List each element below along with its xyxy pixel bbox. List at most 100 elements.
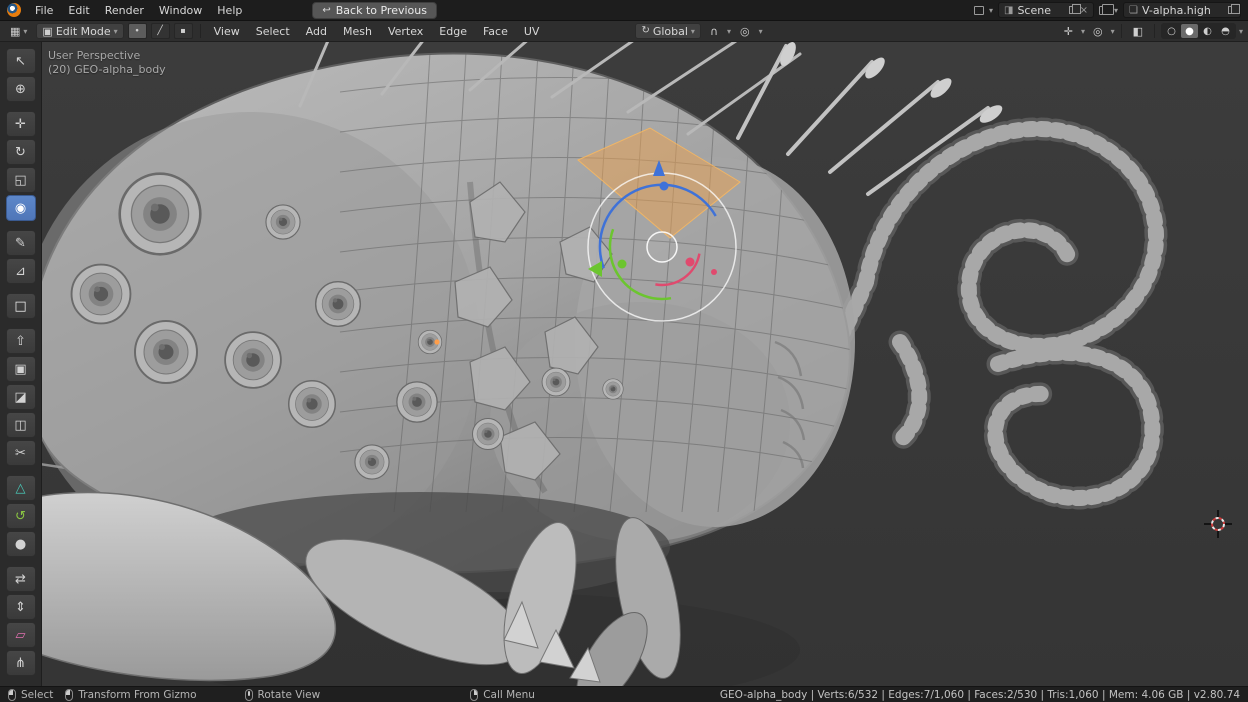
scene-statistics: GEO-alpha_body | Verts:6/532 | Edges:7/1… [720,689,1240,701]
tool-bevel[interactable]: ◪ [6,384,36,410]
gizmo-x-handle-small[interactable] [711,269,717,275]
tool-transform[interactable]: ◉ [6,195,36,221]
shading-material-button[interactable]: ◐ [1199,24,1216,38]
snap-settings-caret[interactable]: ▾ [727,27,731,36]
3d-viewport[interactable]: User Perspective (20) GEO-alpha_body [0,42,1248,686]
edit-mode-icon: ▣ [42,26,52,37]
inset-icon: ▣ [14,362,26,377]
view-perspective-label: User Perspective [48,49,166,63]
menu-window[interactable]: Window [152,2,209,19]
vertex-mode-icon: ∙ [134,27,140,36]
menu-help[interactable]: Help [210,2,249,19]
mode-selector[interactable]: ▣ Edit Mode ▾ [36,23,123,39]
tool-inset-faces[interactable]: ▣ [6,356,36,382]
browse-view-layer-icon[interactable] [1099,6,1109,15]
move-icon: ✛ [15,117,26,132]
tool-loop-cut[interactable]: ◫ [6,412,36,438]
tool-shrink-fatten[interactable]: ⇕ [6,594,36,620]
menu-face[interactable]: Face [477,23,514,39]
cursor-icon: ⊕ [15,82,26,97]
tool-edge-slide[interactable]: ⇄ [6,566,36,592]
middle-mouse-icon [245,689,253,701]
menu-view[interactable]: View [208,23,246,39]
hint-rotate-view: Rotate View [245,689,321,701]
transform-orientation-dropdown[interactable]: ↻ Global ▾ [635,23,701,39]
new-view-layer-icon[interactable] [1228,6,1235,14]
tool-spin[interactable]: ↺ [6,503,36,529]
proportional-edit-toggle[interactable]: ◎ [735,23,755,39]
blender-logo-icon[interactable] [7,3,21,17]
tool-poly-build[interactable]: △ [6,475,36,501]
tool-scale[interactable]: ◱ [6,167,36,193]
editor-type-button[interactable]: ▦ ▾ [5,23,32,39]
gizmo-y-handle[interactable] [618,260,627,269]
menu-edit[interactable]: Edit [61,2,96,19]
mode-label: Edit Mode [56,25,111,38]
menu-mesh[interactable]: Mesh [337,23,378,39]
tool-rotate[interactable]: ↻ [6,139,36,165]
orientation-label: Global [653,25,688,38]
scene-selector[interactable]: ◨ Scene × [998,2,1094,18]
show-overlays-toggle[interactable]: ◎ [1088,23,1108,39]
tool-smooth[interactable]: ● [6,531,36,557]
xray-icon: ◧ [1133,26,1143,37]
transform-icon: ◉ [15,201,26,216]
edge-select-mode-button[interactable]: ╱ [151,23,170,39]
view-layer-dropdown-caret[interactable]: ▾ [1114,6,1118,15]
header-separator [1121,24,1122,38]
menu-render[interactable]: Render [98,2,151,19]
tool-annotate[interactable]: ✎ [6,230,36,256]
tool-knife[interactable]: ✂ [6,440,36,466]
tool-shelf: ↖ ⊕ ✛ ↻ ◱ ◉ ✎ ⊿ □ ⇧ ▣ ◪ ◫ ✂ △ ↺ ● ⇄ ⇕ ▱ … [0,42,42,686]
view-layer-selector[interactable]: ❏ V-alpha.high [1123,2,1241,18]
gizmo-x-handle[interactable] [686,258,695,267]
tool-add-cube[interactable]: □ [6,293,36,319]
menu-uv[interactable]: UV [518,23,546,39]
rotate-icon: ↻ [15,145,26,160]
show-gizmo-toggle[interactable]: ✛ [1059,23,1078,39]
unlink-scene-icon[interactable]: × [1080,5,1088,16]
shrink-fatten-icon: ⇕ [15,600,26,615]
menu-file[interactable]: File [28,2,60,19]
scene-dropdown-caret[interactable]: ▾ [989,6,993,15]
add-cube-icon: □ [14,299,26,314]
tweak-icon: ↖ [15,54,26,69]
hint-select-label: Select [21,689,53,701]
tool-extrude-region[interactable]: ⇧ [6,328,36,354]
shading-wireframe-button[interactable]: ○ [1163,24,1180,38]
mode-caret: ▾ [114,27,118,36]
menu-select[interactable]: Select [250,23,296,39]
gizmo-z-handle[interactable] [660,182,669,191]
header-separator [200,24,201,38]
menu-edge[interactable]: Edge [433,23,473,39]
menu-add[interactable]: Add [300,23,333,39]
snap-toggle-button[interactable]: ∩ [705,23,723,39]
overlays-settings-caret[interactable]: ▾ [1111,27,1115,36]
tool-measure[interactable]: ⊿ [6,258,36,284]
tool-cursor[interactable]: ⊕ [6,76,36,102]
tool-tweak[interactable]: ↖ [6,48,36,74]
smooth-icon: ● [15,537,26,552]
spin-icon: ↺ [15,509,26,524]
highlighted-vertex[interactable] [434,339,439,344]
tool-shear[interactable]: ▱ [6,622,36,648]
shading-rendered-button[interactable]: ◓ [1217,24,1234,38]
loop-cut-icon: ◫ [14,418,26,433]
hint-call-menu: Call Menu [470,689,535,701]
new-scene-icon[interactable] [1069,6,1076,14]
xray-toggle[interactable]: ◧ [1128,23,1148,39]
rendered-sphere-icon: ◓ [1221,26,1230,37]
tool-rip-region[interactable]: ⋔ [6,650,36,676]
magnet-icon: ∩ [710,26,718,37]
proportional-falloff-caret[interactable]: ▾ [759,27,763,36]
vertex-select-mode-button[interactable]: ∙ [128,23,147,39]
gizmo-settings-caret[interactable]: ▾ [1081,27,1085,36]
back-to-previous-button[interactable]: ↩ Back to Previous [312,2,437,19]
tool-move[interactable]: ✛ [6,111,36,137]
browse-scene-icon[interactable] [974,6,984,15]
shading-settings-caret[interactable]: ▾ [1239,27,1243,36]
shading-solid-button[interactable]: ● [1181,24,1198,38]
face-select-mode-button[interactable]: ▪ [174,23,193,39]
menu-vertex[interactable]: Vertex [382,23,429,39]
hint-rotate-label: Rotate View [258,689,321,701]
